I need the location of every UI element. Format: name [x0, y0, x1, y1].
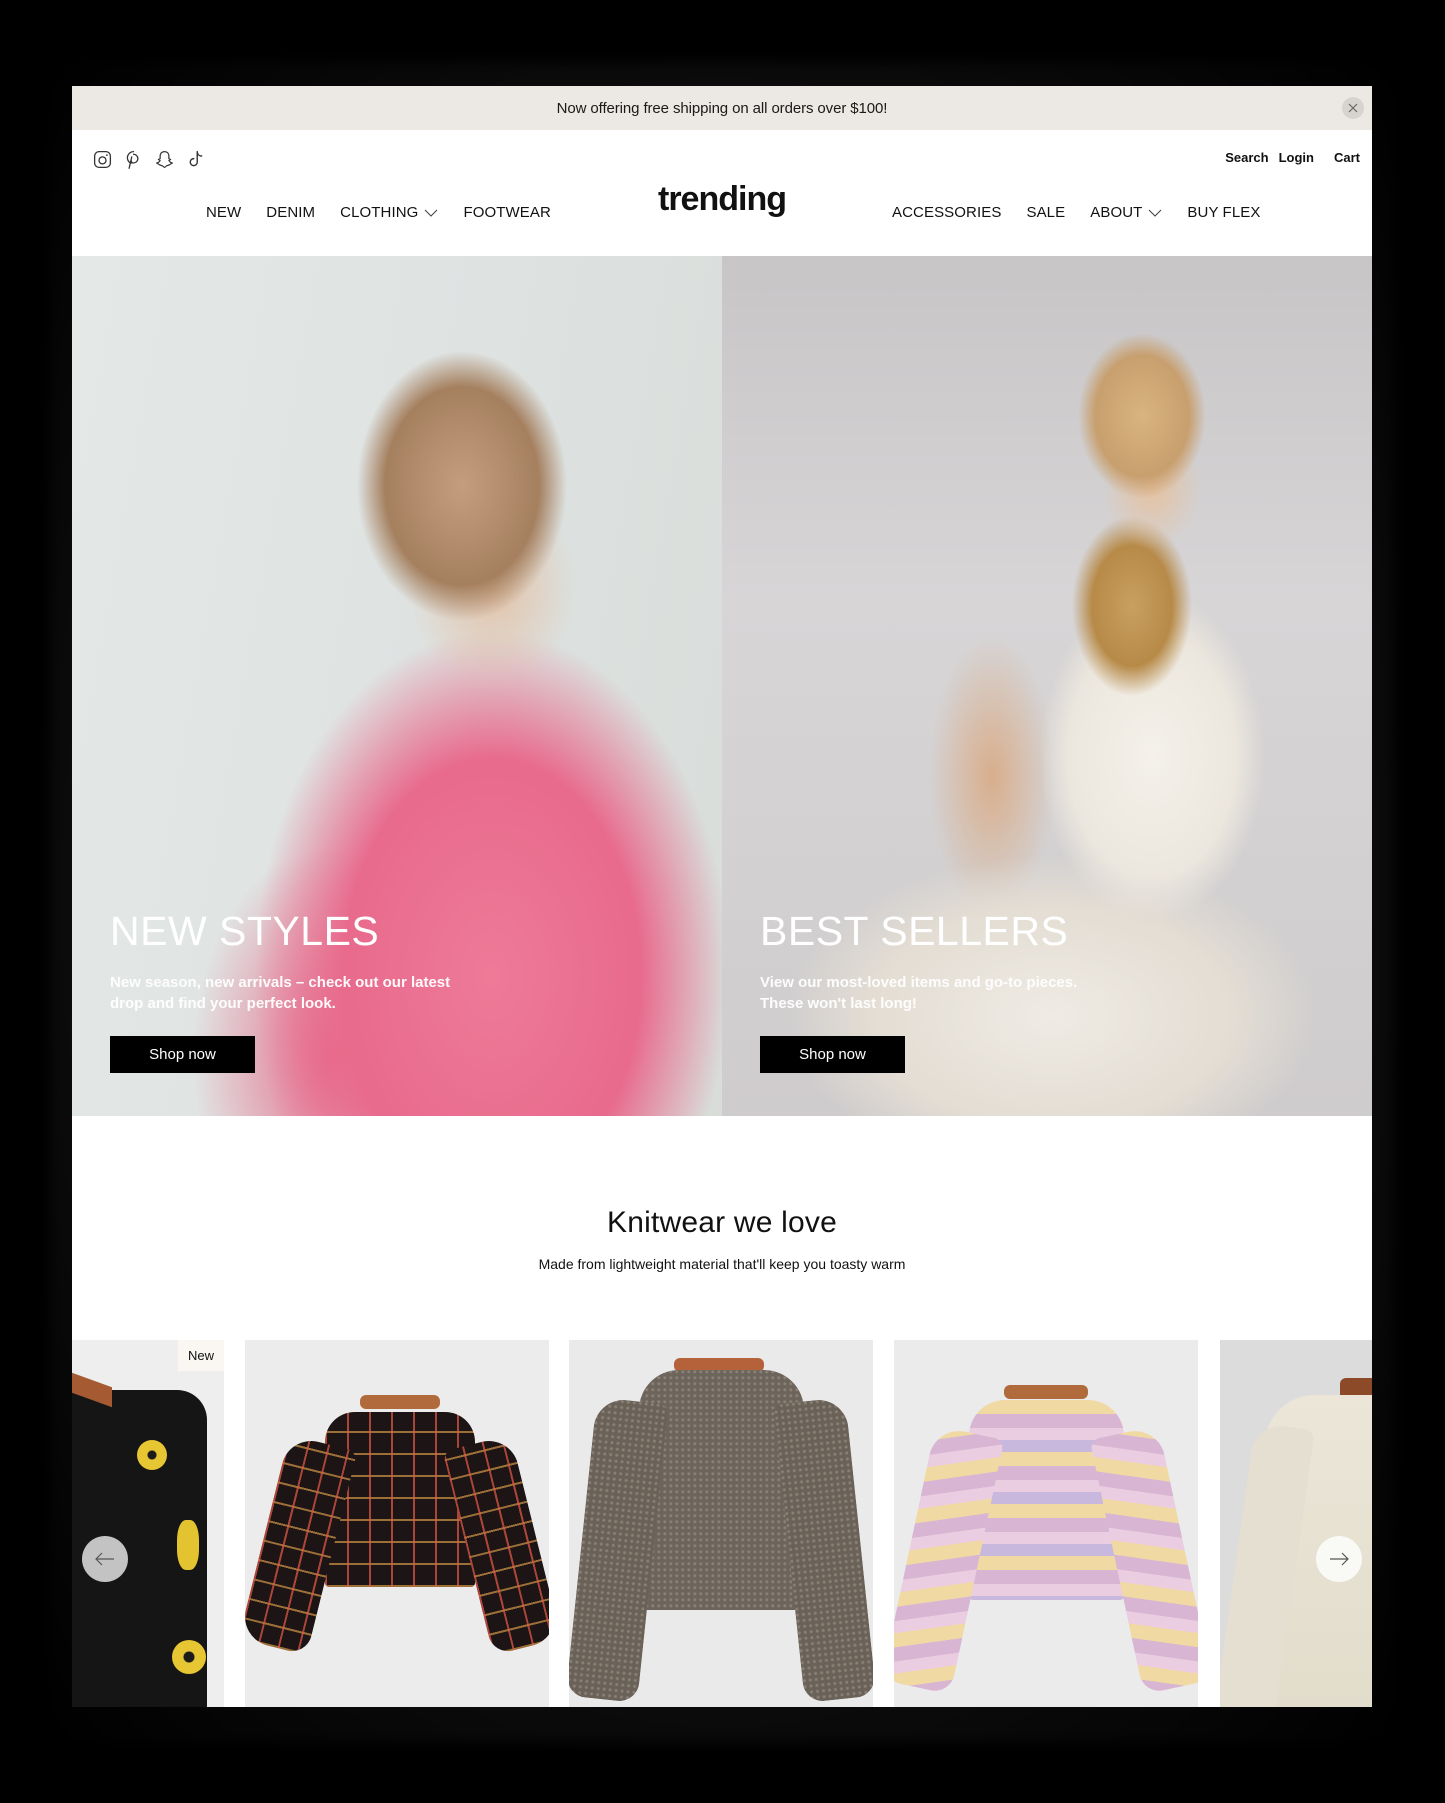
product-card[interactable]: New [72, 1340, 224, 1707]
nav-item-label: BUY FLEX [1187, 204, 1261, 221]
web-page: Now offering free shipping on all orders… [72, 86, 1372, 1707]
nav-item-label: SALE [1026, 204, 1066, 221]
logo-link[interactable]: trending [658, 180, 787, 218]
hero-text: View our most-loved items and go-to piec… [760, 974, 1078, 1012]
nav-item-accessories[interactable]: ACCESSORIES [892, 204, 1001, 221]
product-image [969, 1400, 1124, 1600]
product-image [325, 1412, 475, 1587]
arrow-right-icon [1330, 1552, 1349, 1566]
carousel-next-button[interactable] [1316, 1536, 1362, 1582]
primary-nav-right: ACCESSORIES SALE ABOUT BUY FLEX [892, 204, 1285, 221]
hanger [360, 1395, 440, 1409]
utility-links: Search Login Cart [1225, 150, 1360, 165]
pinterest-link[interactable] [123, 149, 144, 170]
nav-item-sale[interactable]: SALE [1026, 204, 1065, 221]
snapchat-icon [156, 151, 173, 168]
flower-pattern [137, 1440, 167, 1470]
cart-link[interactable]: Cart [1334, 150, 1360, 165]
chevron-down-icon [1148, 209, 1162, 217]
product-card[interactable] [245, 1340, 549, 1707]
nav-item-label: ACCESSORIES [892, 204, 1002, 221]
close-announcement-button[interactable] [1342, 97, 1364, 119]
hero-panel-best-sellers[interactable]: BEST SELLERS View our most-loved items a… [722, 256, 1372, 1116]
product-carousel: New [72, 1340, 1372, 1707]
close-icon [1348, 103, 1358, 113]
snapchat-link[interactable] [154, 149, 175, 170]
product-card[interactable] [1220, 1340, 1372, 1707]
knitwear-section-header: Knitwear we love Made from lightweight m… [72, 1116, 1372, 1272]
product-card[interactable] [569, 1340, 873, 1707]
shop-now-button[interactable]: Shop now [110, 1036, 255, 1073]
instagram-link[interactable] [92, 149, 113, 170]
hero-panel-new-styles[interactable]: NEW STYLES New season, new arrivals – ch… [72, 256, 722, 1116]
nav-item-about[interactable]: ABOUT [1090, 204, 1162, 221]
sleeve [773, 1397, 873, 1703]
hero-title: BEST SELLERS [760, 908, 1069, 954]
site-header: Search Login Cart NEW DENIM CLOTHING FOO… [72, 130, 1372, 256]
announcement-text: Now offering free shipping on all orders… [556, 99, 888, 117]
shop-now-button[interactable]: Shop now [760, 1036, 905, 1073]
product-card[interactable] [894, 1340, 1198, 1707]
search-link[interactable]: Search [1225, 150, 1268, 165]
flower-pattern [172, 1640, 206, 1674]
social-links [92, 149, 206, 170]
carousel-prev-button[interactable] [82, 1536, 128, 1582]
nav-item-label: ABOUT [1090, 204, 1143, 221]
section-title: Knitwear we love [607, 1206, 837, 1239]
flower-pattern [177, 1520, 199, 1570]
login-link[interactable]: Login [1279, 150, 1314, 165]
hero-copy: NEW STYLES New season, new arrivals – ch… [110, 911, 470, 1073]
instagram-icon [93, 150, 112, 169]
hero-text: New season, new arrivals – check out our… [110, 974, 451, 1012]
nav-item-buy-flex[interactable]: BUY FLEX [1187, 204, 1260, 221]
hero-copy: BEST SELLERS View our most-loved items a… [760, 911, 1120, 1073]
pinterest-icon [126, 150, 139, 169]
tiktok-icon [189, 150, 203, 167]
hero-title: NEW STYLES [110, 908, 380, 954]
hanger [1004, 1385, 1088, 1399]
arrow-left-icon [95, 1552, 114, 1566]
tiktok-link[interactable] [185, 149, 206, 170]
new-badge: New [177, 1340, 224, 1371]
section-subtitle: Made from lightweight material that'll k… [538, 1256, 906, 1272]
announcement-bar: Now offering free shipping on all orders… [72, 86, 1372, 130]
hero-section: NEW STYLES New season, new arrivals – ch… [72, 256, 1372, 1116]
